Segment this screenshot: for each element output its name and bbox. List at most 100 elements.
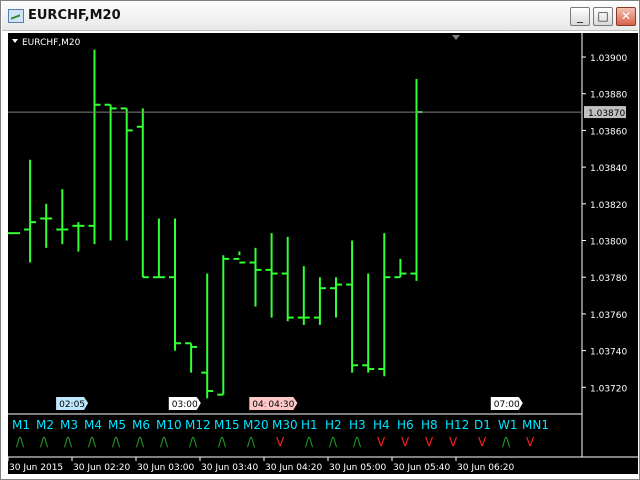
price-tick-label: 1.03720 [590, 384, 627, 394]
price-tick-label: 1.03800 [590, 238, 627, 248]
timeframe-signal: M30 V [272, 418, 298, 449]
price-tick-label: 1.03760 [590, 311, 627, 321]
timeframe-signal: M15 /\ [214, 418, 240, 449]
ohlc-bar [136, 108, 149, 279]
chart-menu-icon[interactable] [12, 39, 18, 43]
timeframe-signal: M4 /\ [84, 418, 102, 449]
timeframe-signal-arrow: /\ [136, 435, 145, 449]
chart-shift-marker-icon[interactable] [452, 35, 460, 40]
timeframe-signal-arrow: V [276, 435, 285, 449]
timeframe-label: M10 [156, 418, 182, 432]
timeframe-signal: D1 V [474, 418, 491, 449]
ohlc-bar [24, 159, 37, 263]
session-time-tag: 03:00 [168, 397, 201, 410]
ohlc-bar [104, 103, 117, 241]
session-time-tag: 04:30 [265, 397, 298, 410]
ohlc-bar [88, 49, 101, 245]
timeframe-signal: M1 /\ [12, 418, 30, 449]
timeframe-label: M20 [243, 418, 269, 432]
timeframe-signal-arrow: V [526, 435, 535, 449]
ohlc-bar [346, 240, 359, 373]
current-price-label: 1.03870 [588, 109, 625, 119]
session-time-tag: 07:00 [490, 397, 523, 410]
timeframe-signal-arrow: V [478, 435, 487, 449]
session-time-tag-label: 02:05 [59, 400, 85, 410]
timeframe-signal: H12 V [445, 418, 469, 449]
timeframe-label: M30 [272, 418, 298, 432]
timeframe-signal: H1 /\ [301, 418, 318, 449]
timeframe-signal-arrow: /\ [502, 435, 511, 449]
timeframe-label: H6 [397, 418, 414, 432]
timeframe-signal-arrow: /\ [88, 435, 97, 449]
ohlc-bar [56, 189, 69, 245]
timeframe-signal-arrow: /\ [189, 435, 198, 449]
ohlc-bar [185, 342, 198, 373]
timeframe-label: D1 [474, 418, 491, 432]
ohlc-bar [281, 236, 294, 322]
timeframe-label: H12 [445, 418, 469, 432]
ohlc-bar [313, 277, 326, 325]
ohlc-bar [410, 79, 423, 281]
price-tick-label: 1.03840 [590, 164, 627, 174]
chart-symbol-label: EURCHF,M20 [22, 38, 81, 48]
timeframe-label: H2 [325, 418, 342, 432]
ohlc-bar [120, 107, 133, 241]
chart-window: EURCHF,M20 _ □ ✕ 02:05 03:00 04:00 04:30 07:… [0, 0, 640, 480]
timeframe-signal: W1 /\ [498, 418, 518, 449]
ohlc-bar [169, 218, 181, 351]
close-button[interactable]: ✕ [616, 7, 636, 26]
ohlc-bar [217, 255, 230, 396]
timeframe-label: M5 [108, 418, 126, 432]
timeframe-signal: M10 /\ [156, 418, 182, 449]
timeframe-signal-arrow: /\ [218, 435, 227, 449]
time-tick-label: 30 Jun 03:40 [201, 463, 258, 473]
timeframe-signal: M3 /\ [60, 418, 78, 449]
ohlc-bar [362, 273, 375, 373]
price-tick-label: 1.03860 [590, 127, 627, 137]
timeframe-label: M1 [12, 418, 30, 432]
title-bar[interactable]: EURCHF,M20 _ □ ✕ [2, 2, 638, 31]
timeframe-label: M12 [185, 418, 211, 432]
timeframe-signal: H6 V [397, 418, 414, 449]
timeframe-signal: M12 /\ [185, 418, 211, 449]
timeframe-signal: H2 /\ [325, 418, 342, 449]
time-tick-label: 30 Jun 05:40 [393, 463, 450, 473]
ohlc-bar [233, 251, 246, 264]
timeframe-signal-arrow: /\ [16, 435, 25, 449]
time-tick-label: 30 Jun 02:20 [73, 463, 130, 473]
timeframe-signal-arrow: /\ [64, 435, 73, 449]
price-tick-label: 1.03820 [590, 201, 627, 211]
time-tick-label: 30 Jun 03:00 [137, 463, 194, 473]
ohlc-bar [249, 247, 262, 307]
ohlc-bar [297, 266, 310, 325]
timeframe-signal-arrow: V [425, 435, 434, 449]
timeframe-signal: M20 /\ [243, 418, 269, 449]
timeframe-signal: H3 /\ [349, 418, 366, 449]
session-time-tag-label: 04:30 [268, 400, 294, 410]
timeframe-label: M2 [36, 418, 54, 432]
time-tick-label: 30 Jun 06:20 [457, 463, 514, 473]
ohlc-bar [201, 273, 214, 399]
ohlc-bar [330, 277, 342, 318]
session-time-tag-label: 07:00 [494, 400, 520, 410]
timeframe-signal-arrow: V [377, 435, 386, 449]
ohlc-bar [265, 233, 278, 318]
timeframe-label: M6 [132, 418, 150, 432]
timeframe-signal-arrow: V [449, 435, 458, 449]
time-tick-label: 30 Jun 04:20 [265, 463, 322, 473]
ohlc-bar [40, 203, 53, 248]
maximize-button[interactable]: □ [593, 7, 613, 26]
minimize-button[interactable]: _ [570, 7, 590, 26]
price-chart[interactable]: 02:05 03:00 04:0004:30 07:00 1.039001.03880… [8, 33, 638, 474]
ohlc-bar [378, 233, 391, 377]
timeframe-signal-arrow: V [401, 435, 410, 449]
chart-area[interactable]: 02:05 03:00 04:00 04:30 07:00 1.03900 1.03880… [8, 33, 638, 474]
price-tick-label: 1.03740 [590, 348, 627, 358]
timeframe-label: MN1 [522, 418, 549, 432]
timeframe-label: W1 [498, 418, 518, 432]
chart-window-icon [8, 9, 24, 23]
timeframe-signal-arrow: /\ [329, 435, 338, 449]
timeframe-signal: MN1 V [522, 418, 549, 449]
timeframe-label: H1 [301, 418, 318, 432]
ohlc-bar [72, 222, 85, 252]
